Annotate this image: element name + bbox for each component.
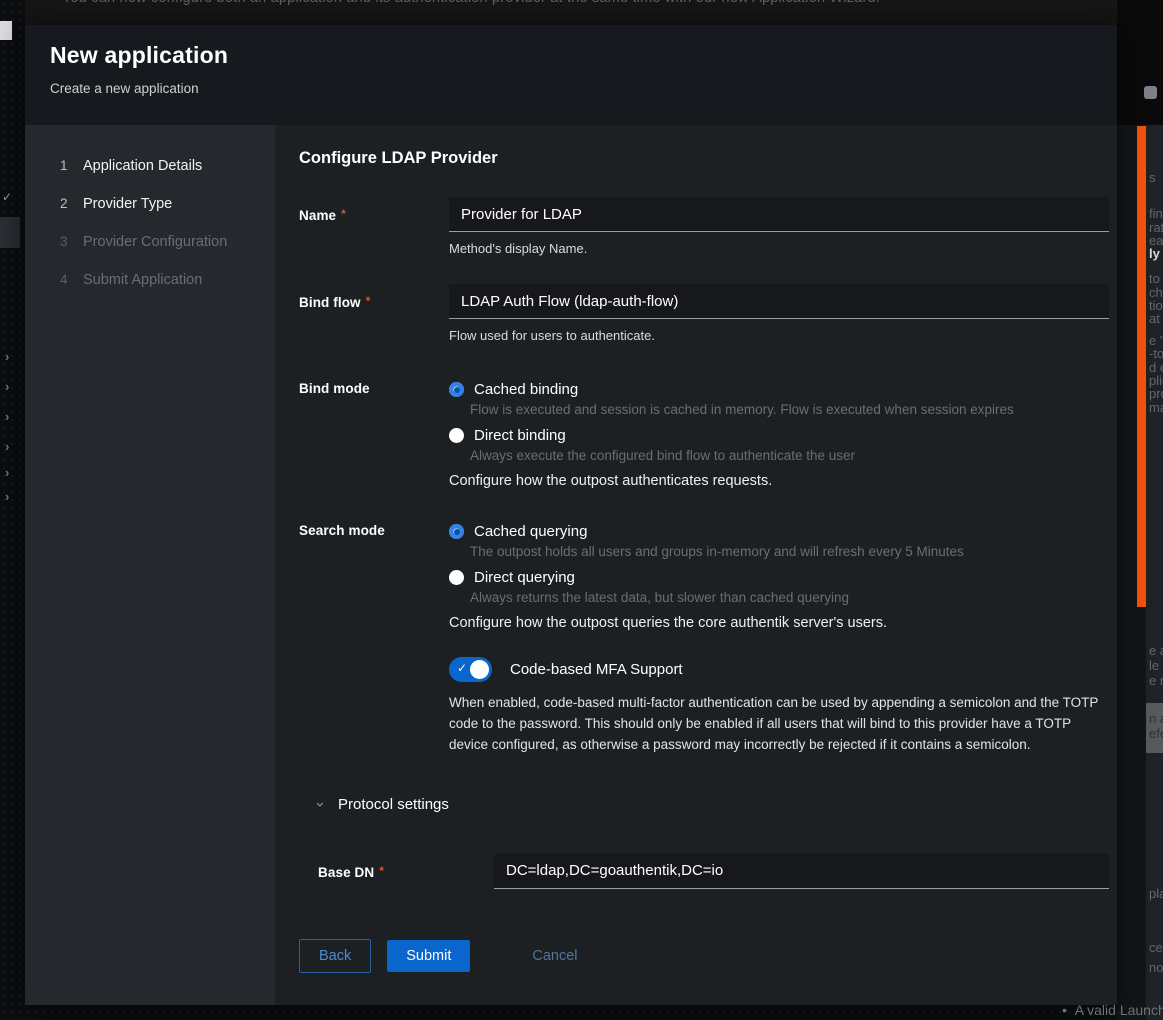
radio-unselected-icon[interactable]	[449, 428, 464, 443]
search-mode-cached-option[interactable]: Cached querying	[449, 523, 1109, 540]
search-mode-label: Search mode	[299, 523, 449, 538]
chevron-right-icon	[5, 410, 9, 423]
mfa-toggle[interactable]	[449, 657, 492, 682]
radio-selected-icon[interactable]	[449, 382, 464, 397]
modal-subtitle: Create a new application	[50, 81, 1092, 96]
form-row-base-dn: Base DN*	[299, 854, 1109, 889]
radio-unselected-icon[interactable]	[449, 570, 464, 585]
background-button-fragment	[1144, 86, 1157, 99]
name-help: Method's display Name.	[449, 241, 1109, 256]
wizard-step-provider-type[interactable]: 2 Provider Type	[25, 185, 275, 223]
step-label: Provider Type	[83, 196, 172, 212]
background-text-fragment: ces	[1149, 941, 1163, 954]
bind-flow-input[interactable]	[449, 284, 1109, 319]
bind-mode-cached-help: Flow is executed and session is cached i…	[470, 402, 1109, 417]
banner-text: You can now configure both an applicatio…	[62, 0, 880, 6]
background-text-fragment: efe	[1149, 727, 1163, 740]
wizard-steps-nav: 1 Application Details 2 Provider Type 3 …	[25, 125, 275, 1005]
background-text-fragment: to	[1149, 272, 1160, 285]
background-top-right	[1117, 0, 1163, 125]
form-row-search-mode: Search mode Cached querying The outpost …	[299, 523, 1109, 631]
step-number: 2	[60, 196, 74, 211]
background-docs-panel	[1146, 0, 1163, 1020]
wizard-step-application-details[interactable]: 1 Application Details	[25, 147, 275, 185]
background-bullet-item: A valid Launch URL	[1062, 1002, 1163, 1018]
required-marker: *	[379, 864, 384, 878]
form-row-bind-flow: Bind flow* Flow used for users to authen…	[299, 284, 1109, 343]
wizard-step-submit-application: 4 Submit Application	[25, 261, 275, 299]
chevron-right-icon	[5, 440, 9, 453]
wizard-form: Configure LDAP Provider Name* Method's d…	[275, 125, 1117, 930]
background-text-fragment: ly a	[1149, 247, 1163, 260]
step-label: Application Details	[83, 158, 202, 174]
check-icon	[2, 190, 12, 204]
form-row-bind-mode: Bind mode Cached binding Flow is execute…	[299, 381, 1109, 489]
search-mode-direct-help: Always returns the latest data, but slow…	[470, 590, 1109, 605]
page-background: You can now configure both an applicatio…	[0, 0, 1163, 1020]
mfa-toggle-label[interactable]: Code-based MFA Support	[510, 661, 683, 678]
search-mode-help: Configure how the outpost queries the co…	[449, 615, 1109, 631]
background-text-fragment: no	[1149, 961, 1163, 974]
mfa-label-spacer	[299, 657, 449, 667]
required-marker: *	[366, 294, 371, 308]
form-heading: Configure LDAP Provider	[299, 149, 1109, 168]
search-mode-cached-help: The outpost holds all users and groups i…	[470, 544, 1109, 559]
background-text-fragment: e n	[1149, 674, 1163, 687]
bind-mode-direct-option[interactable]: Direct binding	[449, 427, 1109, 444]
form-row-mfa: Code-based MFA Support When enabled, cod…	[299, 657, 1109, 756]
chevron-right-icon	[5, 380, 9, 393]
required-marker: *	[341, 207, 346, 221]
background-text-fragment: fine	[1149, 207, 1163, 220]
page-title: New application	[50, 42, 1092, 69]
background-text-fragment: at	[1149, 312, 1160, 325]
search-mode-direct-option[interactable]: Direct querying	[449, 569, 1109, 586]
wizard-step-provider-configuration: 3 Provider Configuration	[25, 223, 275, 261]
background-text-fragment: pla	[1149, 887, 1163, 900]
form-row-name: Name* Method's display Name.	[299, 197, 1109, 256]
step-label: Submit Application	[83, 272, 202, 288]
protocol-settings-label: Protocol settings	[338, 796, 449, 813]
bind-mode-help: Configure how the outpost authenticates …	[449, 473, 1109, 489]
bind-mode-label: Bind mode	[299, 381, 449, 396]
toggle-knob-icon	[470, 660, 489, 679]
chevron-right-icon	[5, 466, 9, 479]
background-text-fragment: pro	[1149, 387, 1163, 400]
step-number: 4	[60, 272, 74, 287]
radio-selected-icon[interactable]	[449, 524, 464, 539]
background-text-fragment: ma	[1149, 401, 1163, 414]
name-label: Name*	[299, 197, 449, 223]
bind-mode-direct-help: Always execute the configured bind flow …	[470, 448, 1109, 463]
background-banner: You can now configure both an applicatio…	[25, 0, 1137, 25]
chevron-right-icon	[5, 350, 9, 363]
protocol-settings-expander[interactable]: Protocol settings	[318, 796, 1109, 813]
step-label: Provider Configuration	[83, 234, 227, 250]
orange-scrollbar[interactable]	[1137, 126, 1146, 607]
sidebar-active-item	[0, 217, 20, 248]
base-dn-label: Base DN*	[318, 854, 494, 880]
background-sidebar	[0, 0, 25, 1020]
background-text-fragment: -to	[1149, 347, 1163, 360]
bind-mode-cached-option[interactable]: Cached binding	[449, 381, 1109, 398]
base-dn-input[interactable]	[494, 854, 1109, 889]
chevron-down-icon	[313, 802, 328, 807]
sidebar-highlight-square	[0, 21, 12, 40]
back-button[interactable]: Back	[299, 939, 371, 973]
chevron-right-icon	[5, 490, 9, 503]
mfa-help: When enabled, code-based multi-factor au…	[449, 693, 1109, 756]
cancel-link[interactable]: Cancel	[532, 948, 577, 964]
step-number: 3	[60, 234, 74, 249]
modal-header: New application Create a new application	[25, 25, 1117, 125]
background-text-fragment: e a	[1149, 644, 1163, 657]
background-text-fragment: n a	[1149, 712, 1163, 725]
bind-flow-label: Bind flow*	[299, 284, 449, 310]
bind-flow-help: Flow used for users to authenticate.	[449, 328, 1109, 343]
step-number: 1	[60, 158, 74, 173]
background-text-fragment: le	[1149, 659, 1159, 672]
background-text-fragment: s	[1149, 171, 1156, 184]
name-input[interactable]	[449, 197, 1109, 232]
new-application-modal: New application Create a new application…	[25, 25, 1117, 1005]
submit-button[interactable]: Submit	[387, 940, 470, 972]
wizard-footer: Back Submit Cancel	[275, 930, 1117, 1005]
